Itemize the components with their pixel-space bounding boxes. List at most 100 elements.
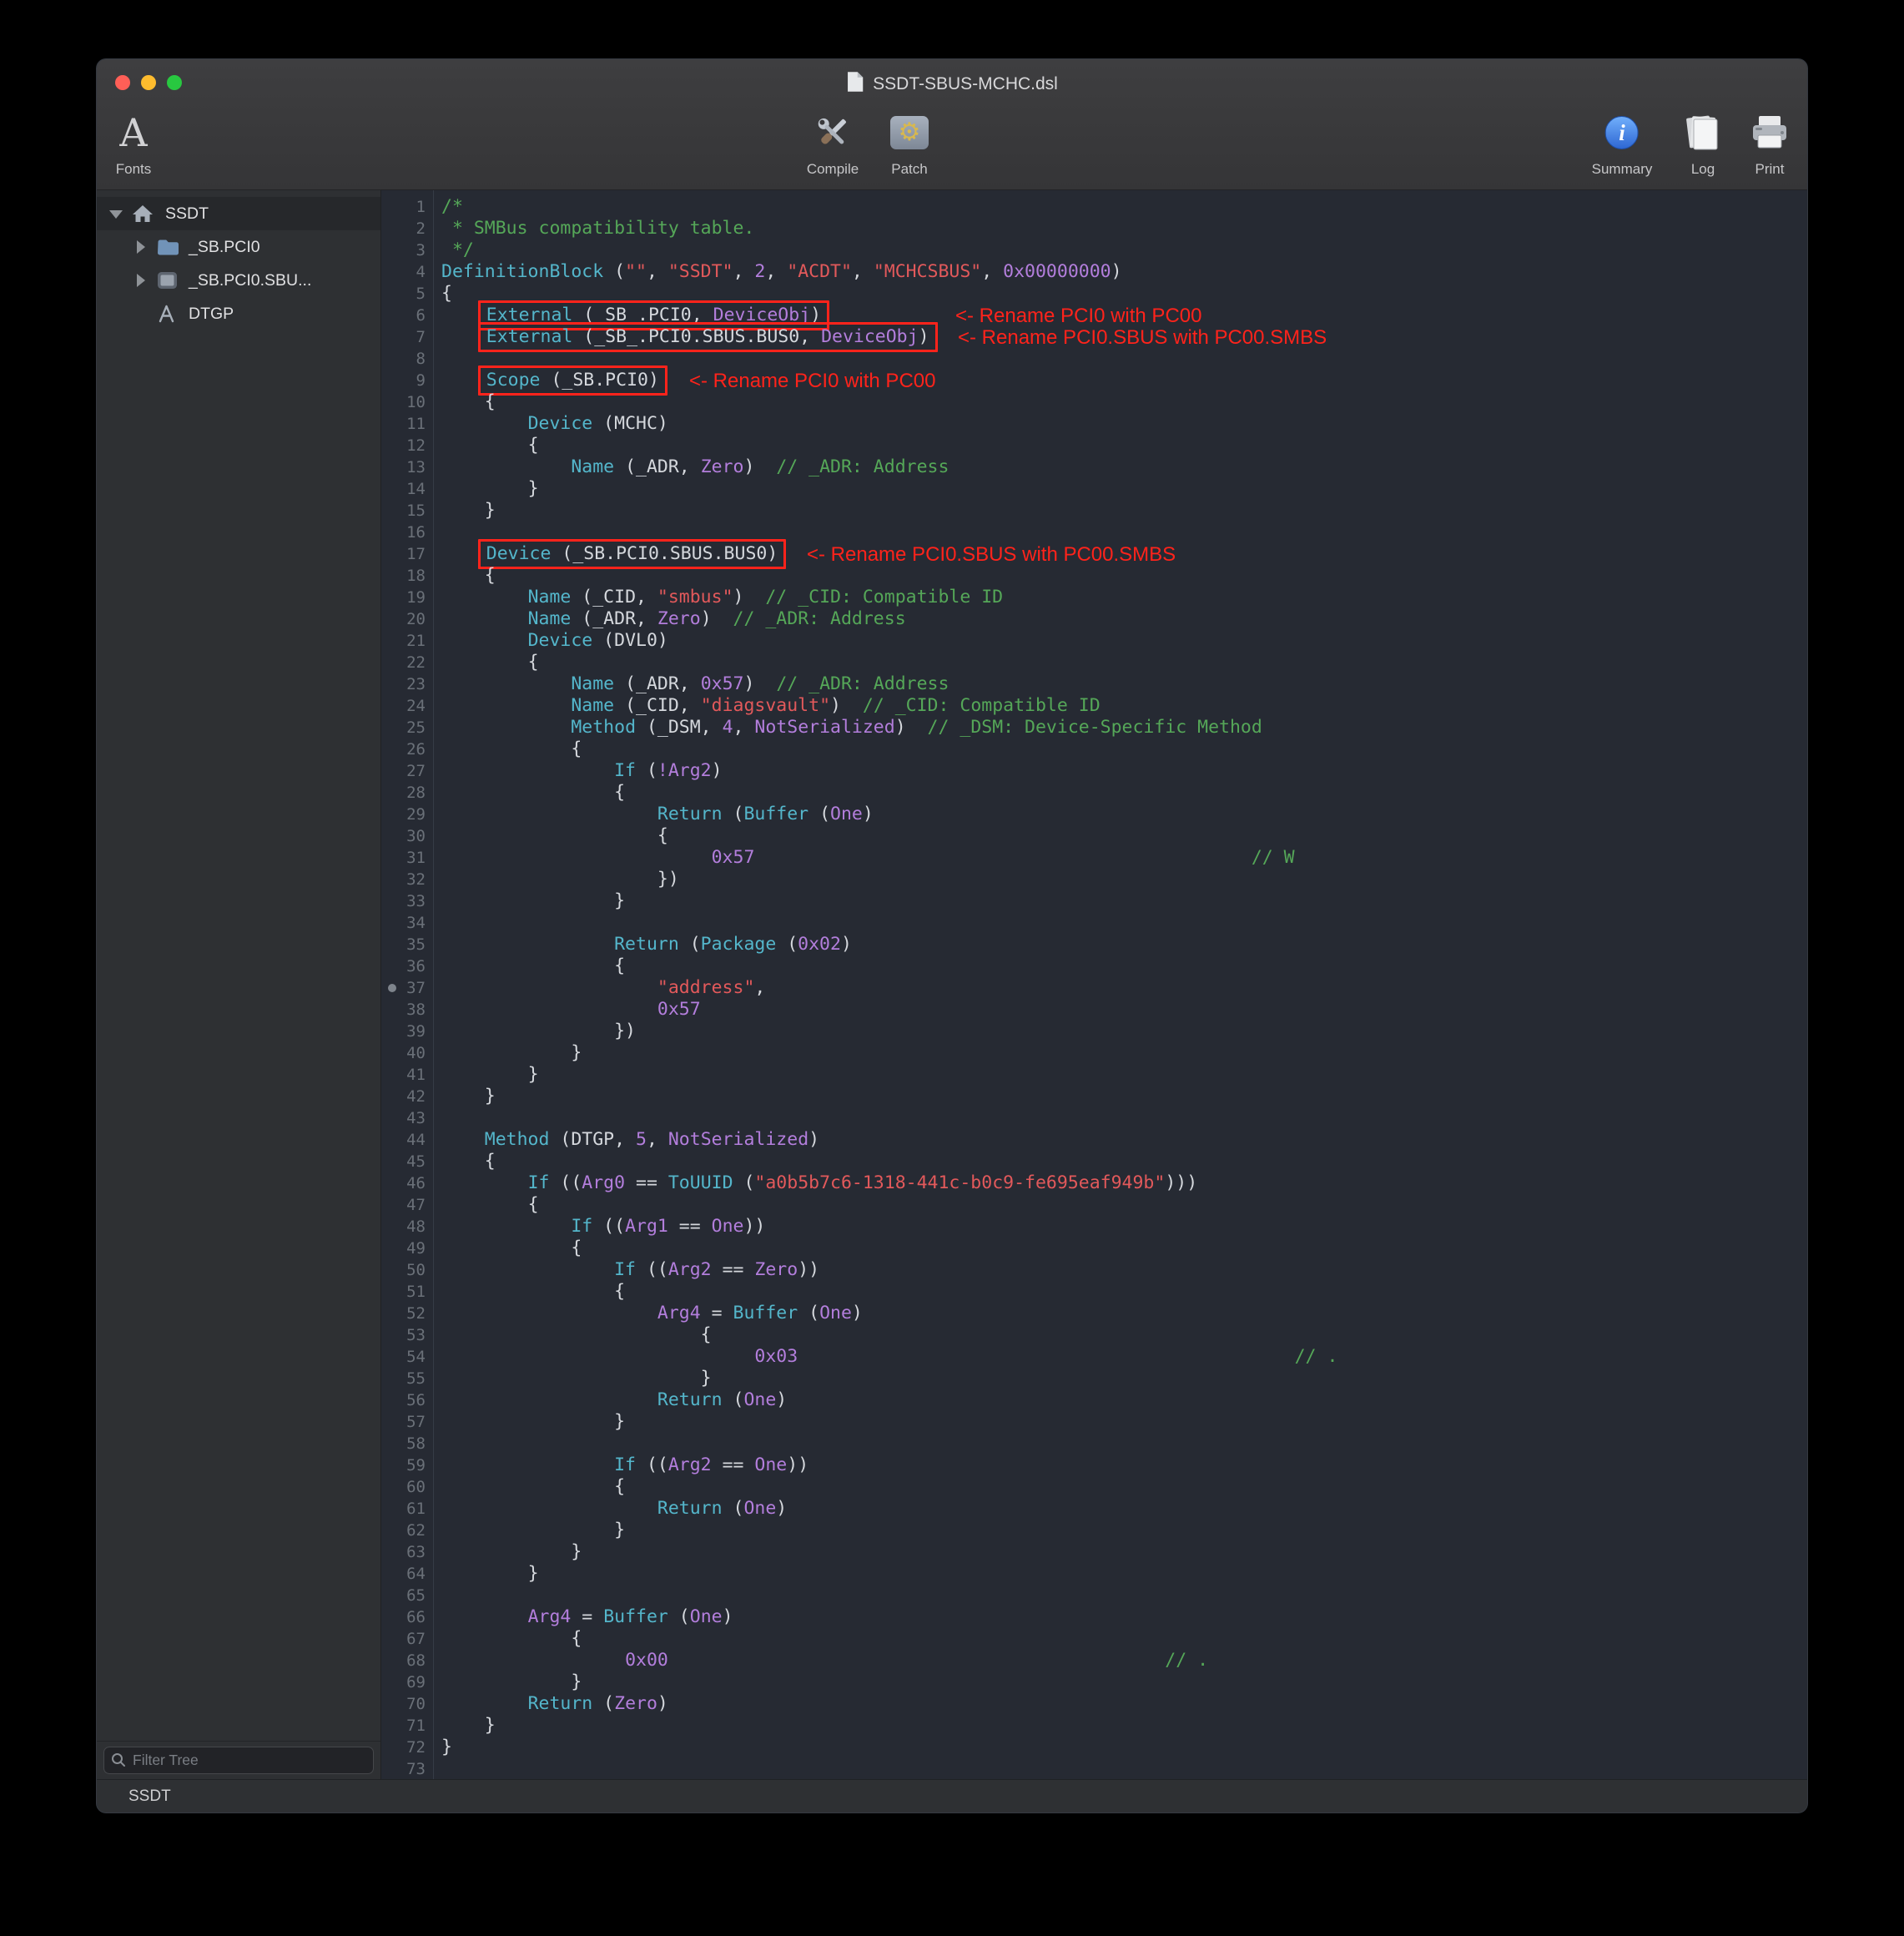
code-line: 52 Arg4 = Buffer (One) [382,1303,1807,1324]
code-line: 1/* [382,196,1807,218]
fonts-icon: A [119,113,147,152]
line-number: 18 [382,565,433,587]
rename-annotation: <- Rename PCI0 with PC00 [689,370,935,392]
toolbar-patch-button[interactable]: ⚙ Patch [890,106,929,178]
code-text: Device (DVL0) [441,630,668,652]
zoom-button[interactable] [167,75,182,90]
rename-annotation: <- Rename PCI0.SBUS with PC00.SMBS [807,543,1176,566]
code-line: 72} [382,1737,1807,1758]
line-number: 25 [382,717,433,739]
code-line: 26 { [382,739,1807,760]
code-line: 17 Device (_SB.PCI0.SBUS.BUS0)<- Rename … [382,543,1807,565]
line-number: 8 [382,348,433,370]
line-number: 24 [382,695,433,717]
line-number: 21 [382,630,433,652]
code-lines: 1/*2 * SMBus compatibility table.3 */4De… [382,196,1807,1779]
sidebar-item-ssdt[interactable]: SSDT [97,197,380,230]
line-number: 31 [382,847,433,869]
line-number: 6 [382,305,433,326]
code-line: 41 } [382,1064,1807,1086]
line-number: 33 [382,890,433,912]
code-line: 30 { [382,825,1807,847]
toolbar-log-label: Log [1685,161,1721,178]
line-number: 9 [382,370,433,391]
line-number: 69 [382,1671,433,1693]
line-number: 28 [382,782,433,804]
disclosure-down-icon[interactable] [109,210,123,219]
code-text: { [441,955,625,977]
sidebar-item-sb-pci0-sbus[interactable]: _SB.PCI0.SBU... [97,264,380,297]
line-number: 22 [382,652,433,673]
code-text: } [441,1411,625,1433]
gear-icon: ⚙ [899,120,921,145]
code-text: } [441,1520,625,1541]
line-number: 63 [382,1541,433,1563]
disclosure-right-icon[interactable] [137,274,145,287]
toolbar-log-button[interactable]: Log [1685,106,1721,178]
line-number: 27 [382,760,433,782]
toolbar-fonts-button[interactable]: A Fonts [116,106,152,178]
code-line: 12 { [382,435,1807,456]
code-text: * SMBus compatibility table. [441,218,754,239]
line-number: 60 [382,1476,433,1498]
line-number: 62 [382,1520,433,1541]
code-text: } [441,1563,539,1585]
code-line: 35 Return (Package (0x02) [382,934,1807,955]
code-line: 51 { [382,1281,1807,1303]
minimize-button[interactable] [141,75,156,90]
code-line: 44 Method (DTGP, 5, NotSerialized) [382,1129,1807,1151]
code-text: Return (Zero) [441,1693,668,1715]
line-number: 52 [382,1303,433,1324]
tree-label-sb-pci0: _SB.PCI0 [189,238,260,257]
code-line: 10 { [382,391,1807,413]
disclosure-right-icon[interactable] [137,240,145,254]
close-button[interactable] [115,75,130,90]
titlebar: SSDT-SBUS-MCHC.dsl [846,71,1058,98]
line-number: 71 [382,1715,433,1737]
code-line: 59 If ((Arg2 == One)) [382,1455,1807,1476]
window-header: SSDT-SBUS-MCHC.dsl A Fonts [97,59,1807,190]
sidebar-item-sb-pci0[interactable]: _SB.PCI0 [97,230,380,264]
code-editor[interactable]: 1/*2 * SMBus compatibility table.3 */4De… [382,190,1807,1779]
code-text: Name (_CID, "diagsvault") // _CID: Compa… [441,695,1101,717]
code-text: { [441,1324,712,1346]
code-line: 15 } [382,500,1807,522]
code-line: 24 Name (_CID, "diagsvault") // _CID: Co… [382,695,1807,717]
code-text: { [441,1238,582,1259]
toolbar-summary-button[interactable]: i Summary [1592,106,1653,178]
code-text: Name (_ADR, Zero) // _ADR: Address [441,608,906,630]
code-text: 0x57 [441,999,701,1021]
line-number: 34 [382,912,433,934]
code-line: 49 { [382,1238,1807,1259]
code-line: 71 } [382,1715,1807,1737]
sidebar-item-dtgp[interactable]: DTGP [97,297,380,330]
info-icon: i [1605,116,1639,149]
toolbar-compile-button[interactable]: Compile [807,106,859,178]
code-line: 45 { [382,1151,1807,1172]
line-number: 40 [382,1042,433,1064]
code-text: External (_SB_.PCI0.SBUS.BUS0, DeviceObj… [441,326,938,348]
line-number: 19 [382,587,433,608]
traffic-lights [115,75,182,90]
code-line: 56 Return (One) [382,1389,1807,1411]
sidebar: SSDT _SB.PCI0 _SB.PCI0.SBU... [97,190,381,1779]
code-line: 54 0x03 // . [382,1346,1807,1368]
line-number: 23 [382,673,433,695]
code-line: 50 If ((Arg2 == Zero)) [382,1259,1807,1281]
code-text: 0x57 // W [441,847,1295,869]
code-line: 48 If ((Arg1 == One)) [382,1216,1807,1238]
code-line: 27 If (!Arg2) [382,760,1807,782]
line-number: 41 [382,1064,433,1086]
code-text: Method (DTGP, 5, NotSerialized) [441,1129,819,1151]
line-number: 68 [382,1650,433,1671]
code-text: */ [441,239,474,261]
code-text: { [441,1476,625,1498]
code-line: 28 { [382,782,1807,804]
filter-tree-input[interactable] [103,1747,374,1774]
line-number: 53 [382,1324,433,1346]
toolbar-print-button[interactable]: Print [1750,106,1789,178]
line-number: 72 [382,1737,433,1758]
code-text: Name (_CID, "smbus") // _CID: Compatible… [441,587,1003,608]
code-text: } [441,1671,582,1693]
toolbar-summary-label: Summary [1592,161,1653,178]
